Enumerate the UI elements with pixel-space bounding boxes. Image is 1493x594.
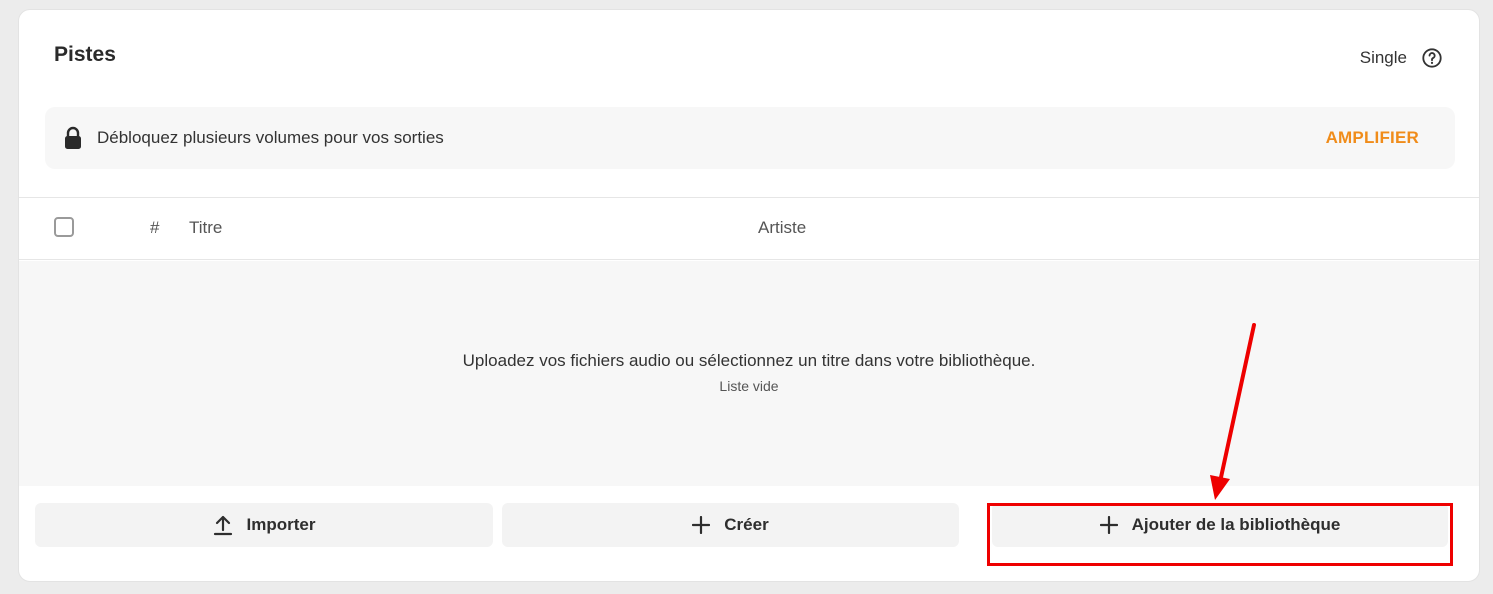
create-button[interactable]: Créer [502,503,959,547]
empty-state-message: Uploadez vos fichiers audio ou sélection… [462,351,1036,370]
add-from-library-button[interactable]: Ajouter de la bibliothèque [992,503,1448,547]
column-number: # [150,218,160,237]
add-from-library-label: Ajouter de la bibliothèque [1131,515,1341,534]
lock-icon [65,126,81,149]
question-circle-icon[interactable] [1421,47,1443,69]
column-artist: Artiste [758,218,807,237]
banner-text: Débloquez plusieurs volumes pour vos sor… [97,128,444,147]
import-button[interactable]: Importer [35,503,493,547]
plus-icon [692,516,711,534]
select-all-checkbox[interactable] [54,217,74,237]
column-title: Titre [189,218,223,237]
import-label: Importer [246,515,316,534]
create-label: Créer [724,515,769,534]
divider [19,197,1479,198]
tracks-panel: Pistes Single Débloquez plusieurs volume… [18,9,1480,582]
upgrade-banner: Débloquez plusieurs volumes pour vos sor… [45,107,1455,169]
empty-state: Uploadez vos fichiers audio ou sélection… [19,261,1479,486]
release-type-label: Single [1359,48,1407,67]
divider [19,259,1479,260]
amplify-link[interactable]: AMPLIFIER [1326,128,1419,148]
upload-icon [213,515,232,536]
panel-title: Pistes [54,43,116,66]
plus-icon [1099,516,1118,534]
empty-state-sub: Liste vide [719,378,779,394]
